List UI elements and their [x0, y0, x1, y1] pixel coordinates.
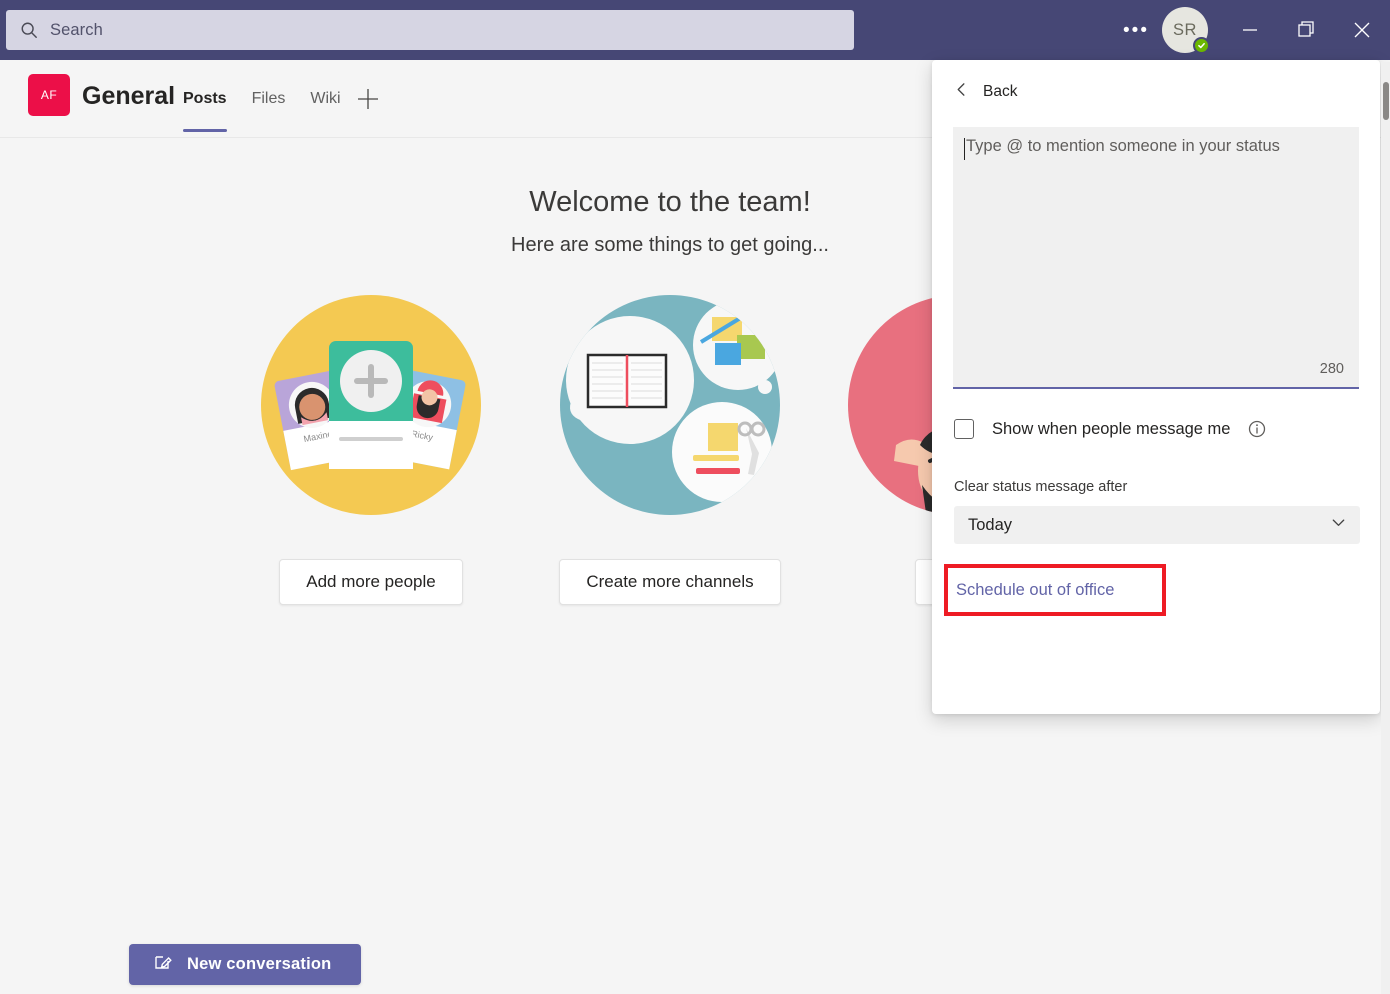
clear-status-after-label: Clear status message after: [954, 479, 1127, 495]
people-cards-illustration: Maxine Ricky: [261, 295, 481, 515]
channel-tabs: Posts Files Wiki: [183, 88, 341, 113]
presence-available-icon: [1193, 37, 1210, 54]
back-button[interactable]: Back: [954, 82, 1017, 102]
info-icon[interactable]: [1248, 420, 1266, 438]
window-minimize-button[interactable]: [1222, 0, 1278, 60]
show-when-message-checkbox[interactable]: [954, 419, 974, 439]
scrollbar-thumb[interactable]: [1383, 82, 1389, 120]
window-close-button[interactable]: [1334, 0, 1390, 60]
notebook-supplies-illustration: [560, 295, 780, 515]
search-placeholder: Search: [50, 21, 103, 40]
add-tab-icon[interactable]: [355, 86, 381, 112]
character-counter: 280: [1320, 361, 1344, 377]
status-message-placeholder: Type @ to mention someone in your status: [966, 137, 1280, 156]
team-avatar: AF: [28, 74, 70, 116]
create-more-channels-button[interactable]: Create more channels: [559, 559, 780, 605]
clear-status-after-value: Today: [968, 516, 1012, 535]
schedule-out-of-office-label: Schedule out of office: [956, 581, 1114, 600]
show-when-message-row[interactable]: Show when people message me: [954, 419, 1266, 439]
new-conversation-button[interactable]: New conversation: [129, 944, 361, 985]
window-scrollbar[interactable]: [1381, 62, 1390, 994]
window-maximize-button[interactable]: [1278, 0, 1334, 60]
compose-icon: [153, 952, 173, 977]
tab-wiki[interactable]: Wiki: [310, 88, 340, 113]
new-conversation-label: New conversation: [187, 955, 331, 974]
search-input[interactable]: Search: [6, 10, 854, 50]
show-when-message-label: Show when people message me: [992, 420, 1230, 439]
avatar[interactable]: SR: [1162, 7, 1208, 53]
add-more-people-button[interactable]: Add more people: [279, 559, 462, 605]
title-bar: Search ••• SR: [0, 0, 1390, 60]
tab-files[interactable]: Files: [252, 88, 286, 113]
page-title: General: [82, 82, 175, 111]
onboarding-card-create-channels: Create more channels: [525, 295, 815, 605]
tab-posts[interactable]: Posts: [183, 88, 227, 113]
schedule-out-of-office-link[interactable]: Schedule out of office: [944, 564, 1166, 616]
search-icon: [20, 21, 38, 39]
status-message-input[interactable]: Type @ to mention someone in your status…: [953, 127, 1359, 389]
back-label: Back: [983, 83, 1017, 101]
chevron-left-icon: [954, 82, 969, 102]
onboarding-card-add-people: Maxine Ricky: [226, 295, 516, 605]
chevron-down-icon: [1330, 514, 1347, 536]
clear-status-after-select[interactable]: Today: [954, 506, 1360, 544]
more-options-button[interactable]: •••: [1120, 14, 1152, 46]
text-caret: [964, 138, 965, 160]
